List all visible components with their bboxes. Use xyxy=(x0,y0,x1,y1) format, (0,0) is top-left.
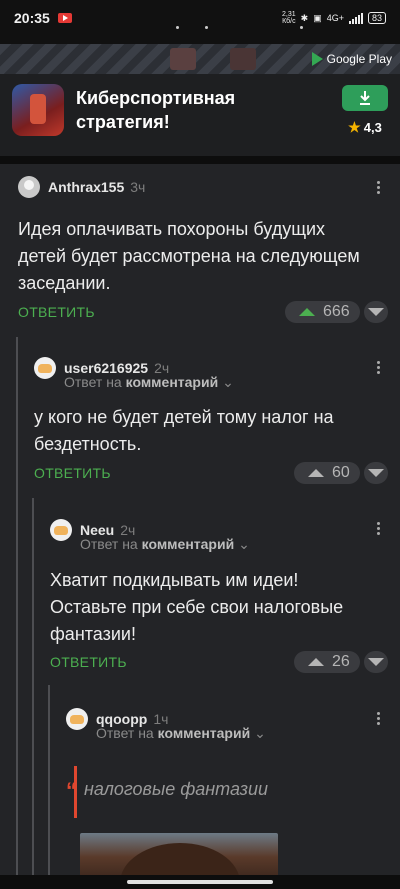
chevron-down-icon: ⌄ xyxy=(238,536,250,552)
vote-controls: 666 xyxy=(285,301,388,323)
reply-to-link[interactable]: Ответ на комментарий ⌄ xyxy=(96,725,266,742)
signal-icon xyxy=(348,12,363,24)
chevron-down-icon: ⌄ xyxy=(222,374,234,390)
downvote-button[interactable] xyxy=(363,462,388,484)
youtube-notification-icon xyxy=(57,13,72,23)
google-play-badge: Google Play xyxy=(311,49,392,69)
upvote-button[interactable]: 26 xyxy=(294,651,360,673)
thread-line xyxy=(32,498,34,875)
reply-button[interactable]: ОТВЕТИТЬ xyxy=(18,304,95,320)
ad-banner[interactable]: Google Play Киберспортивная стратегия! ★… xyxy=(0,44,400,156)
comment-text: Хватит подкидывать им идеи! Оставьте при… xyxy=(50,570,344,644)
comments-feed: Anthrax155 3ч Идея оплачивать похороны б… xyxy=(0,164,400,875)
app-rating: ★ 4,3 xyxy=(348,118,382,135)
status-indicators: 2,31 Кб/с ✱ ▣ 4G+ 83 xyxy=(282,11,386,25)
star-icon: ★ xyxy=(348,118,361,135)
avatar[interactable] xyxy=(66,708,88,730)
downvote-icon xyxy=(367,308,384,316)
ad-title: Киберспортивная стратегия! xyxy=(76,88,236,132)
avatar[interactable] xyxy=(50,519,72,541)
volte-icon: ▣ xyxy=(313,12,322,23)
comment-text: у кого не будет детей тому налог на безд… xyxy=(34,407,334,454)
quote-text: налоговые фантазии xyxy=(84,779,268,799)
install-button[interactable] xyxy=(342,84,388,111)
home-gesture-handle[interactable] xyxy=(127,880,273,884)
avatar[interactable] xyxy=(34,357,56,379)
app-icon xyxy=(12,84,64,136)
network-type: 4G+ xyxy=(326,13,344,23)
more-options-icon[interactable] xyxy=(377,361,381,376)
ad-header-image: Google Play xyxy=(0,44,400,74)
network-speed: 2,31 Кб/с xyxy=(282,11,296,25)
status-bar: 20:35 2,31 Кб/с ✱ ▣ 4G+ 83 xyxy=(0,0,400,36)
upvote-button[interactable]: 60 xyxy=(294,462,360,484)
reply-button[interactable]: ОТВЕТИТЬ xyxy=(50,654,127,670)
reply-to-link[interactable]: Ответ на комментарий ⌄ xyxy=(80,536,250,553)
reply-to-link[interactable]: Ответ на комментарий ⌄ xyxy=(64,374,234,391)
thread-line xyxy=(48,685,50,875)
system-nav-bar xyxy=(0,875,400,889)
comment-image[interactable] xyxy=(80,833,278,875)
download-icon xyxy=(360,90,370,105)
downvote-button[interactable] xyxy=(363,301,388,323)
more-options-icon[interactable] xyxy=(377,712,381,727)
status-time: 20:35 xyxy=(14,10,50,26)
upvote-icon xyxy=(308,469,324,477)
upvote-icon xyxy=(308,658,324,666)
upvote-button[interactable]: 666 xyxy=(285,301,360,323)
battery-icon: 83 xyxy=(367,12,386,24)
username[interactable]: Anthrax155 xyxy=(48,179,124,195)
comment-text: Идея оплачивать похороны будущих детей б… xyxy=(18,219,360,293)
more-options-icon[interactable] xyxy=(377,181,381,196)
vote-controls: 60 xyxy=(294,462,388,484)
reply-button[interactable]: ОТВЕТИТЬ xyxy=(34,465,111,481)
quote-icon: “ xyxy=(66,778,77,803)
downvote-icon xyxy=(367,469,384,477)
more-options-icon[interactable] xyxy=(377,522,381,537)
bluetooth-icon: ✱ xyxy=(300,12,309,23)
vote-count: 26 xyxy=(332,653,350,670)
thread-line xyxy=(16,337,18,875)
vote-controls: 26 xyxy=(294,651,388,673)
google-play-icon xyxy=(311,52,323,66)
downvote-button[interactable] xyxy=(363,651,388,673)
comment-header: Anthrax155 3ч xyxy=(18,176,145,198)
vote-count: 60 xyxy=(332,464,350,481)
comment-time: 3ч xyxy=(130,179,146,195)
chevron-down-icon: ⌄ xyxy=(254,725,266,741)
avatar[interactable] xyxy=(18,176,40,198)
vote-count: 666 xyxy=(323,303,350,320)
upvote-icon xyxy=(299,308,315,316)
camera-cutout-area xyxy=(0,26,400,44)
downvote-icon xyxy=(367,658,384,666)
